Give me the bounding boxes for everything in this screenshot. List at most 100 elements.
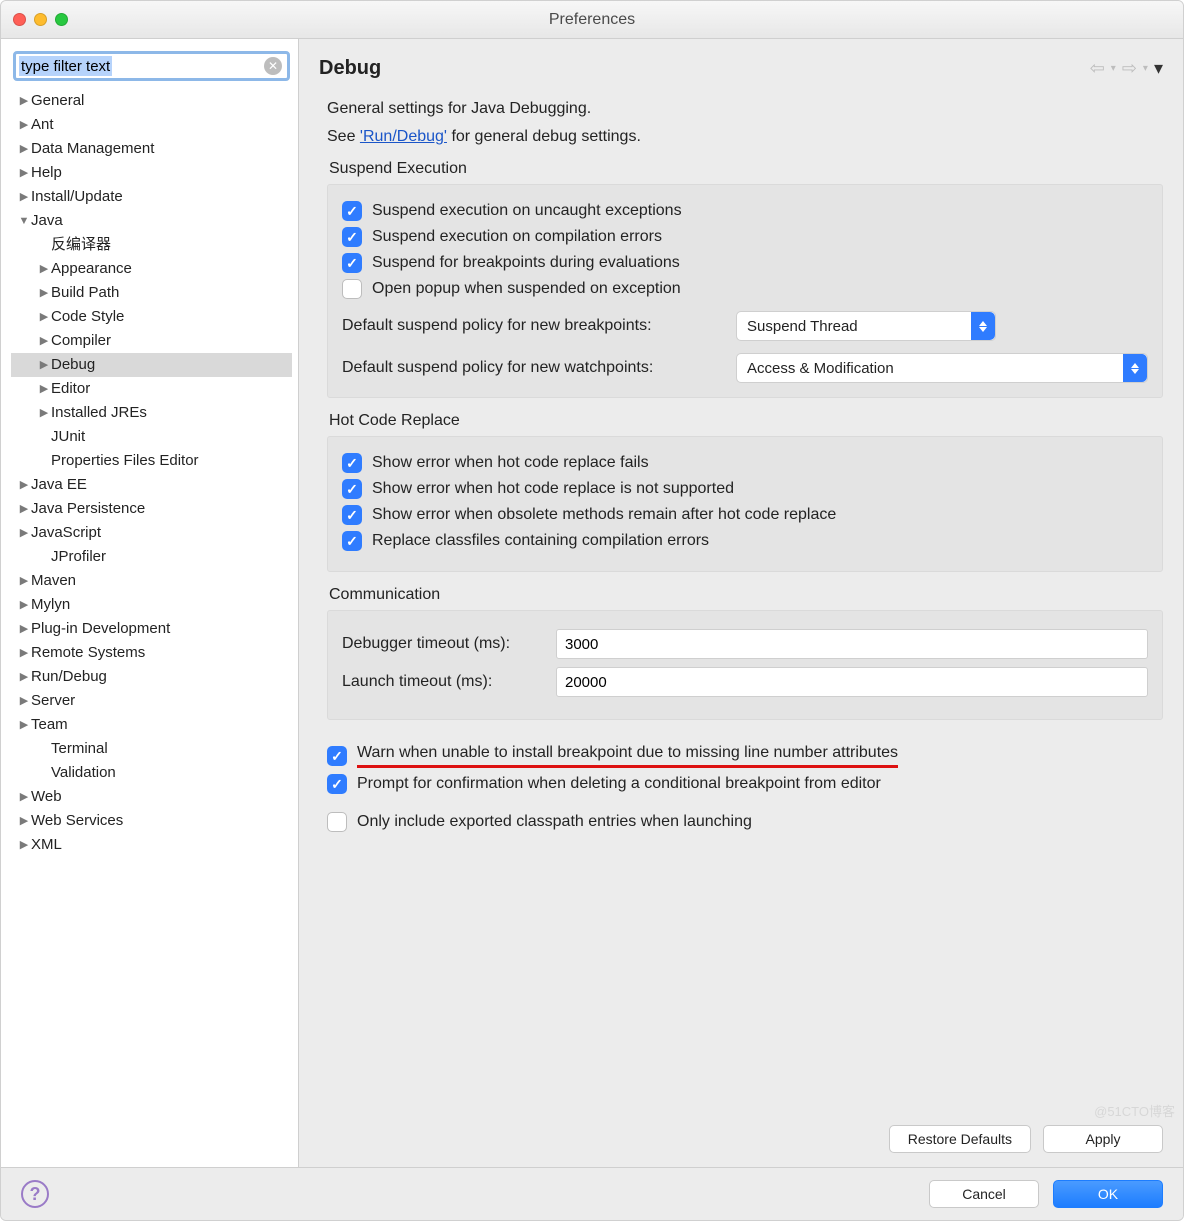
back-icon[interactable]: ⇦ <box>1090 58 1105 79</box>
tree-item-build-path[interactable]: ▶Build Path <box>11 281 292 305</box>
tree-item-web[interactable]: ▶Web <box>11 785 292 809</box>
restore-defaults-button[interactable]: Restore Defaults <box>889 1125 1031 1153</box>
preference-tree[interactable]: ▶General▶Ant▶Data Management▶Help▶Instal… <box>11 89 292 1157</box>
chk-suspend-compile[interactable] <box>342 227 362 247</box>
tree-item-server[interactable]: ▶Server <box>11 689 292 713</box>
select-bp-policy[interactable]: Suspend Thread <box>736 311 996 341</box>
tree-item-label: Build Path <box>51 281 119 305</box>
tree-item-label: Maven <box>31 569 76 593</box>
chevron-right-icon: ▶ <box>17 521 31 545</box>
forward-icon[interactable]: ⇨ <box>1122 58 1137 79</box>
tree-item-label: Ant <box>31 113 54 137</box>
tree-item-editor[interactable]: ▶Editor <box>11 377 292 401</box>
tree-item-java-ee[interactable]: ▶Java EE <box>11 473 292 497</box>
back-menu-icon[interactable]: ▾ <box>1111 63 1116 74</box>
chevron-right-icon: ▶ <box>17 665 31 689</box>
tree-item-run-debug[interactable]: ▶Run/Debug <box>11 665 292 689</box>
tree-item-compiler[interactable]: ▶Compiler <box>11 329 292 353</box>
lbl-suspend-compile: Suspend execution on compilation errors <box>372 228 662 246</box>
input-launch-timeout[interactable] <box>556 667 1148 697</box>
tree-item-label: 反编译器 <box>51 233 111 257</box>
tree-item-java[interactable]: ▼Java <box>11 209 292 233</box>
chevron-right-icon: ▶ <box>17 185 31 209</box>
tree-item-label: Code Style <box>51 305 124 329</box>
chevron-down-icon: ▼ <box>17 209 31 233</box>
filter-input[interactable] <box>13 51 290 81</box>
chevron-right-icon: ▶ <box>37 377 51 401</box>
tree-item-label: Install/Update <box>31 185 123 209</box>
chk-hcr-replace[interactable] <box>342 531 362 551</box>
content-body: General settings for Java Debugging. See… <box>299 90 1183 1115</box>
input-debugger-timeout[interactable] <box>556 629 1148 659</box>
tree-item-ant[interactable]: ▶Ant <box>11 113 292 137</box>
chk-prompt-delete[interactable] <box>327 774 347 794</box>
group-comm: Communication Debugger timeout (ms): Lau… <box>327 586 1163 720</box>
tree-item--[interactable]: 反编译器 <box>11 233 292 257</box>
tree-item-label: General <box>31 89 84 113</box>
lbl-launch-timeout: Launch timeout (ms): <box>342 673 542 691</box>
tree-item-data-management[interactable]: ▶Data Management <box>11 137 292 161</box>
apply-button[interactable]: Apply <box>1043 1125 1163 1153</box>
tree-item-installed-jres[interactable]: ▶Installed JREs <box>11 401 292 425</box>
lbl-wp-policy: Default suspend policy for new watchpoin… <box>342 359 722 377</box>
chk-hcr-obsolete[interactable] <box>342 505 362 525</box>
tree-item-xml[interactable]: ▶XML <box>11 833 292 857</box>
lbl-hcr-fails: Show error when hot code replace fails <box>372 454 649 472</box>
preferences-window: Preferences type filter text ✕ ▶General▶… <box>0 0 1184 1221</box>
tree-item-appearance[interactable]: ▶Appearance <box>11 257 292 281</box>
help-icon[interactable]: ? <box>21 1180 49 1208</box>
tree-item-install-update[interactable]: ▶Install/Update <box>11 185 292 209</box>
group-comm-title: Communication <box>327 586 1163 604</box>
watermark: @51CTO博客 <box>1094 1101 1175 1120</box>
tree-item-java-persistence[interactable]: ▶Java Persistence <box>11 497 292 521</box>
sidebar: type filter text ✕ ▶General▶Ant▶Data Man… <box>1 39 299 1167</box>
tree-item-code-style[interactable]: ▶Code Style <box>11 305 292 329</box>
window-title: Preferences <box>1 11 1183 29</box>
cancel-button[interactable]: Cancel <box>929 1180 1039 1208</box>
tree-item-help[interactable]: ▶Help <box>11 161 292 185</box>
tree-item-junit[interactable]: JUnit <box>11 425 292 449</box>
chevron-right-icon: ▶ <box>17 113 31 137</box>
tree-item-javascript[interactable]: ▶JavaScript <box>11 521 292 545</box>
tree-item-label: JavaScript <box>31 521 101 545</box>
tree-item-remote-systems[interactable]: ▶Remote Systems <box>11 641 292 665</box>
tree-item-team[interactable]: ▶Team <box>11 713 292 737</box>
tree-item-properties-files-editor[interactable]: Properties Files Editor <box>11 449 292 473</box>
chk-hcr-unsupported[interactable] <box>342 479 362 499</box>
chevron-right-icon: ▶ <box>37 305 51 329</box>
view-menu-icon[interactable]: ▾ <box>1154 58 1163 79</box>
ok-button[interactable]: OK <box>1053 1180 1163 1208</box>
lbl-hcr-unsupported: Show error when hot code replace is not … <box>372 480 734 498</box>
chk-warn-linenum[interactable] <box>327 746 347 766</box>
chk-open-popup[interactable] <box>342 279 362 299</box>
intro-line-1: General settings for Java Debugging. <box>327 100 1163 118</box>
tree-item-label: JProfiler <box>51 545 106 569</box>
chk-hcr-fails[interactable] <box>342 453 362 473</box>
tree-item-validation[interactable]: Validation <box>11 761 292 785</box>
tree-item-label: Editor <box>51 377 90 401</box>
clear-filter-icon[interactable]: ✕ <box>264 57 282 75</box>
chk-only-exported[interactable] <box>327 812 347 832</box>
run-debug-link[interactable]: 'Run/Debug' <box>360 128 447 145</box>
tree-item-label: Compiler <box>51 329 111 353</box>
lbl-prompt-delete: Prompt for confirmation when deleting a … <box>357 775 881 793</box>
forward-menu-icon[interactable]: ▾ <box>1143 63 1148 74</box>
tree-item-label: Web <box>31 785 62 809</box>
chk-suspend-uncaught[interactable] <box>342 201 362 221</box>
tree-item-terminal[interactable]: Terminal <box>11 737 292 761</box>
tree-item-label: Java EE <box>31 473 87 497</box>
tree-item-mylyn[interactable]: ▶Mylyn <box>11 593 292 617</box>
tree-item-debug[interactable]: ▶Debug <box>11 353 292 377</box>
tree-item-maven[interactable]: ▶Maven <box>11 569 292 593</box>
tree-item-label: Web Services <box>31 809 123 833</box>
chk-suspend-eval[interactable] <box>342 253 362 273</box>
chevron-updown-icon <box>971 312 995 340</box>
chevron-right-icon: ▶ <box>37 257 51 281</box>
tree-item-general[interactable]: ▶General <box>11 89 292 113</box>
chevron-right-icon: ▶ <box>17 473 31 497</box>
tree-item-plug-in-development[interactable]: ▶Plug-in Development <box>11 617 292 641</box>
select-wp-policy[interactable]: Access & Modification <box>736 353 1148 383</box>
tree-item-label: Mylyn <box>31 593 70 617</box>
tree-item-web-services[interactable]: ▶Web Services <box>11 809 292 833</box>
tree-item-jprofiler[interactable]: JProfiler <box>11 545 292 569</box>
